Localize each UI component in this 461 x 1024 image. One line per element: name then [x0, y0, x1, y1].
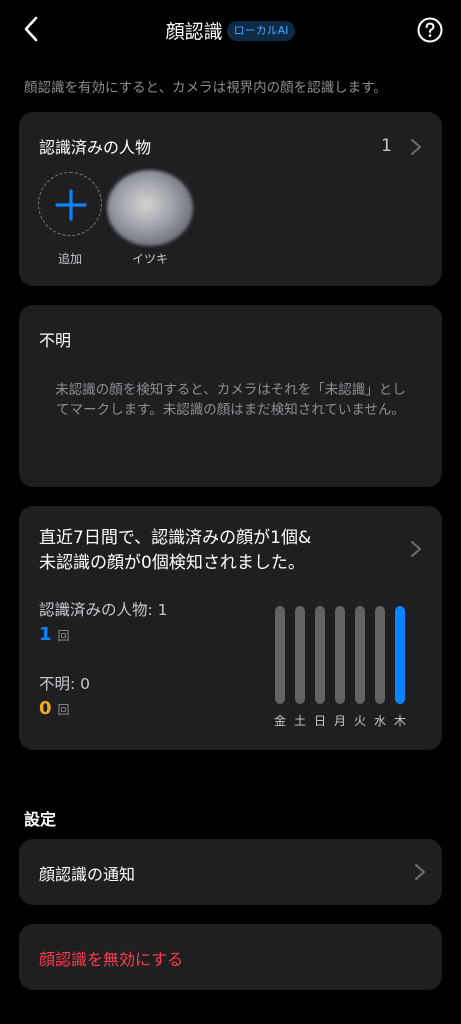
recognized-stat-value: 1回	[39, 624, 70, 645]
stats-summary: 直近7日間で、認識済みの顔が1個& 未認識の顔が0個検知されました。	[39, 526, 399, 576]
intro-text: 顔認識を有効にすると、カメラは視界内の顔を認識します。	[24, 80, 387, 96]
chart-day-label-1: 土	[293, 714, 306, 728]
weekly-stats-card[interactable]: 直近7日間で、認識済みの顔が1個& 未認識の顔が0個検知されました。 認識済みの…	[19, 506, 442, 750]
chart-bar-0	[275, 606, 285, 704]
chart-bar-2	[315, 606, 325, 704]
chart-bar-5	[375, 606, 385, 704]
chart-day-label-4: 火	[353, 714, 366, 728]
recognized-stat-label: 認識済みの人物: 1	[39, 601, 168, 619]
chart-bar-6	[395, 606, 405, 704]
unknown-stat-value: 0回	[39, 698, 70, 719]
unknown-stat-label: 不明: 0	[39, 675, 91, 693]
chevron-right-icon	[411, 139, 421, 155]
unknown-stat-unit: 回	[57, 703, 70, 717]
chevron-right-icon	[411, 541, 421, 557]
recognized-stat-number: 1	[39, 624, 52, 645]
chart-day-label-0: 金	[273, 714, 286, 728]
face-notification-row[interactable]: 顔認識の通知	[19, 839, 442, 905]
add-person-label: 追加	[57, 252, 82, 266]
settings-section-title: 設定	[24, 810, 57, 829]
chart-bar-3	[335, 606, 345, 704]
person-avatar[interactable]	[107, 170, 193, 246]
plus-icon	[55, 189, 87, 221]
recognized-people-count: 1	[381, 136, 392, 156]
chart-day-label-5: 水	[373, 714, 386, 728]
stats-summary-line2: 未認識の顔が0個検知されました。	[39, 553, 305, 573]
disable-face-recognition-button[interactable]: 顔認識を無効にする	[19, 924, 442, 990]
chart-day-label-3: 月	[333, 714, 346, 728]
unknown-faces-title: 不明	[39, 331, 72, 350]
add-person-button[interactable]	[38, 172, 102, 236]
chart-day-label-6: 木	[393, 714, 406, 728]
person-name: イツキ	[131, 252, 168, 266]
recognized-stat-unit: 回	[57, 629, 70, 643]
unknown-faces-card: 不明 未認識の顔を検知すると、カメラはそれを「未認識」としてマークします。未認識…	[19, 305, 442, 487]
chart-bar-1	[295, 606, 305, 704]
help-button[interactable]	[417, 17, 443, 43]
header-bar: 顔認識 ローカルAI	[0, 0, 461, 62]
title-group: 顔認識 ローカルAI	[0, 17, 461, 44]
recognized-people-title: 認識済みの人物	[39, 138, 152, 157]
unknown-faces-message: 未認識の顔を検知すると、カメラはそれを「未認識」としてマークします。未認識の顔は…	[55, 382, 406, 418]
chart-bar-4	[355, 606, 365, 704]
page-title: 顔認識	[165, 21, 223, 43]
question-circle-icon	[417, 17, 443, 43]
recognized-people-card[interactable]: 認識済みの人物 1 追加 イツキ	[19, 112, 442, 286]
stats-summary-line1: 直近7日間で、認識済みの顔が1個&	[39, 528, 312, 548]
face-notification-label: 顔認識の通知	[39, 865, 136, 884]
chevron-right-icon	[415, 864, 425, 880]
unknown-stat-number: 0	[39, 698, 52, 719]
weekly-bar-chart: 金土日月火水木	[269, 604, 419, 734]
local-ai-badge: ローカルAI	[226, 20, 296, 41]
chart-day-label-2: 日	[313, 714, 326, 728]
disable-face-recognition-label: 顔認識を無効にする	[39, 950, 184, 969]
